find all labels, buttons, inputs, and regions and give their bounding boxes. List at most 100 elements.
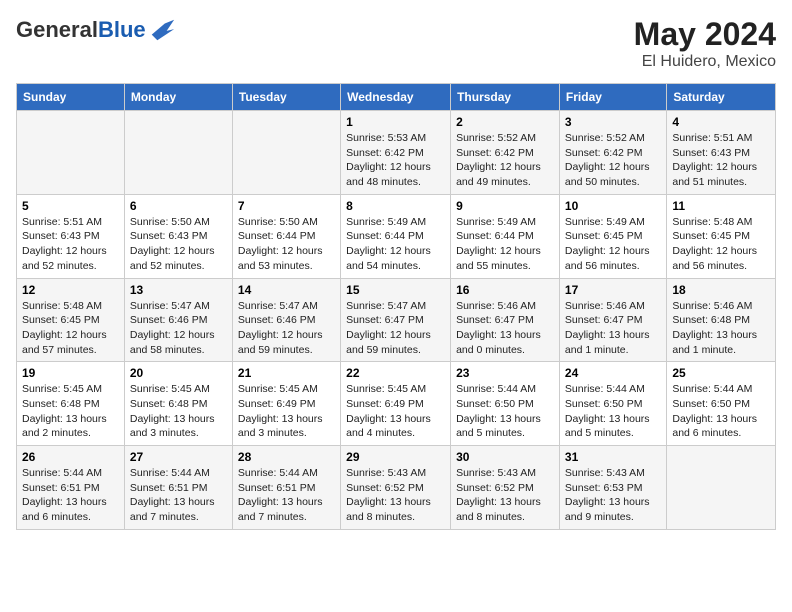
logo-text-block: GeneralBlue bbox=[16, 16, 176, 44]
calendar-day-cell: 3 Sunrise: 5:52 AM Sunset: 6:42 PM Daylig… bbox=[559, 111, 666, 195]
logo-general: General bbox=[16, 17, 98, 42]
calendar-day-cell bbox=[232, 111, 340, 195]
calendar-table: SundayMondayTuesdayWednesdayThursdayFrid… bbox=[16, 83, 776, 530]
location-subtitle: El Huidero, Mexico bbox=[634, 53, 776, 71]
day-info-text: Sunrise: 5:44 AM Sunset: 6:51 PM Dayligh… bbox=[238, 466, 335, 525]
day-info-text: Sunrise: 5:51 AM Sunset: 6:43 PM Dayligh… bbox=[672, 131, 770, 190]
calendar-week-row: 1 Sunrise: 5:53 AM Sunset: 6:42 PM Daylig… bbox=[17, 111, 776, 195]
logo-bird-icon bbox=[148, 16, 176, 44]
day-info-text: Sunrise: 5:53 AM Sunset: 6:42 PM Dayligh… bbox=[346, 131, 445, 190]
calendar-day-cell: 7 Sunrise: 5:50 AM Sunset: 6:44 PM Daylig… bbox=[232, 194, 340, 278]
day-number: 5 bbox=[22, 199, 119, 213]
day-number: 28 bbox=[238, 450, 335, 464]
calendar-header-row: SundayMondayTuesdayWednesdayThursdayFrid… bbox=[17, 84, 776, 111]
calendar-day-cell: 5 Sunrise: 5:51 AM Sunset: 6:43 PM Daylig… bbox=[17, 194, 125, 278]
calendar-day-cell: 9 Sunrise: 5:49 AM Sunset: 6:44 PM Daylig… bbox=[451, 194, 560, 278]
day-number: 13 bbox=[130, 283, 227, 297]
day-number: 16 bbox=[456, 283, 554, 297]
day-number: 8 bbox=[346, 199, 445, 213]
day-info-text: Sunrise: 5:44 AM Sunset: 6:51 PM Dayligh… bbox=[22, 466, 119, 525]
day-number: 29 bbox=[346, 450, 445, 464]
day-header-monday: Monday bbox=[124, 84, 232, 111]
calendar-day-cell: 15 Sunrise: 5:47 AM Sunset: 6:47 PM Dayli… bbox=[341, 278, 451, 362]
day-info-text: Sunrise: 5:48 AM Sunset: 6:45 PM Dayligh… bbox=[672, 215, 770, 274]
day-header-thursday: Thursday bbox=[451, 84, 560, 111]
calendar-day-cell: 12 Sunrise: 5:48 AM Sunset: 6:45 PM Dayli… bbox=[17, 278, 125, 362]
day-number: 1 bbox=[346, 115, 445, 129]
day-info-text: Sunrise: 5:52 AM Sunset: 6:42 PM Dayligh… bbox=[456, 131, 554, 190]
day-number: 14 bbox=[238, 283, 335, 297]
day-info-text: Sunrise: 5:44 AM Sunset: 6:51 PM Dayligh… bbox=[130, 466, 227, 525]
day-info-text: Sunrise: 5:47 AM Sunset: 6:46 PM Dayligh… bbox=[130, 299, 227, 358]
day-info-text: Sunrise: 5:45 AM Sunset: 6:49 PM Dayligh… bbox=[346, 382, 445, 441]
calendar-day-cell: 25Sunrise: 5:44 AM Sunset: 6:50 PM Dayli… bbox=[667, 362, 776, 446]
calendar-week-row: 26 Sunrise: 5:44 AM Sunset: 6:51 PM Dayli… bbox=[17, 446, 776, 530]
day-number: 15 bbox=[346, 283, 445, 297]
day-number: 27 bbox=[130, 450, 227, 464]
day-info-text: Sunrise: 5:45 AM Sunset: 6:48 PM Dayligh… bbox=[22, 382, 119, 441]
day-info-text: Sunrise: 5:49 AM Sunset: 6:44 PM Dayligh… bbox=[456, 215, 554, 274]
calendar-day-cell: 20 Sunrise: 5:45 AM Sunset: 6:48 PM Dayli… bbox=[124, 362, 232, 446]
day-number: 18 bbox=[672, 283, 770, 297]
day-info-text: Sunrise: 5:52 AM Sunset: 6:42 PM Dayligh… bbox=[565, 131, 661, 190]
day-header-saturday: Saturday bbox=[667, 84, 776, 111]
day-info-text: Sunrise: 5:46 AM Sunset: 6:47 PM Dayligh… bbox=[456, 299, 554, 358]
day-info-text: Sunrise: 5:43 AM Sunset: 6:52 PM Dayligh… bbox=[456, 466, 554, 525]
day-header-friday: Friday bbox=[559, 84, 666, 111]
day-info-text: Sunrise: 5:45 AM Sunset: 6:48 PM Dayligh… bbox=[130, 382, 227, 441]
calendar-day-cell: 13 Sunrise: 5:47 AM Sunset: 6:46 PM Dayli… bbox=[124, 278, 232, 362]
calendar-day-cell: 27 Sunrise: 5:44 AM Sunset: 6:51 PM Dayli… bbox=[124, 446, 232, 530]
calendar-day-cell: 1 Sunrise: 5:53 AM Sunset: 6:42 PM Daylig… bbox=[341, 111, 451, 195]
calendar-week-row: 5 Sunrise: 5:51 AM Sunset: 6:43 PM Daylig… bbox=[17, 194, 776, 278]
day-info-text: Sunrise: 5:47 AM Sunset: 6:47 PM Dayligh… bbox=[346, 299, 445, 358]
calendar-day-cell: 21Sunrise: 5:45 AM Sunset: 6:49 PM Dayli… bbox=[232, 362, 340, 446]
calendar-day-cell bbox=[124, 111, 232, 195]
day-info-text: Sunrise: 5:47 AM Sunset: 6:46 PM Dayligh… bbox=[238, 299, 335, 358]
calendar-day-cell: 17 Sunrise: 5:46 AM Sunset: 6:47 PM Dayli… bbox=[559, 278, 666, 362]
day-info-text: Sunrise: 5:51 AM Sunset: 6:43 PM Dayligh… bbox=[22, 215, 119, 274]
day-number: 30 bbox=[456, 450, 554, 464]
day-number: 22 bbox=[346, 366, 445, 380]
calendar-day-cell bbox=[667, 446, 776, 530]
calendar-day-cell: 23Sunrise: 5:44 AM Sunset: 6:50 PM Dayli… bbox=[451, 362, 560, 446]
day-number: 19 bbox=[22, 366, 119, 380]
day-number: 12 bbox=[22, 283, 119, 297]
day-number: 9 bbox=[456, 199, 554, 213]
day-info-text: Sunrise: 5:46 AM Sunset: 6:47 PM Dayligh… bbox=[565, 299, 661, 358]
calendar-day-cell: 11 Sunrise: 5:48 AM Sunset: 6:45 PM Dayli… bbox=[667, 194, 776, 278]
day-info-text: Sunrise: 5:48 AM Sunset: 6:45 PM Dayligh… bbox=[22, 299, 119, 358]
day-info-text: Sunrise: 5:50 AM Sunset: 6:44 PM Dayligh… bbox=[238, 215, 335, 274]
month-year-title: May 2024 bbox=[634, 16, 776, 53]
calendar-day-cell bbox=[17, 111, 125, 195]
day-info-text: Sunrise: 5:46 AM Sunset: 6:48 PM Dayligh… bbox=[672, 299, 770, 358]
logo: GeneralBlue bbox=[16, 16, 176, 44]
logo-wordmark: GeneralBlue bbox=[16, 16, 176, 44]
day-number: 20 bbox=[130, 366, 227, 380]
day-number: 6 bbox=[130, 199, 227, 213]
day-number: 10 bbox=[565, 199, 661, 213]
calendar-day-cell: 31Sunrise: 5:43 AM Sunset: 6:53 PM Dayli… bbox=[559, 446, 666, 530]
day-number: 17 bbox=[565, 283, 661, 297]
day-number: 31 bbox=[565, 450, 661, 464]
calendar-day-cell: 18 Sunrise: 5:46 AM Sunset: 6:48 PM Dayli… bbox=[667, 278, 776, 362]
calendar-week-row: 19 Sunrise: 5:45 AM Sunset: 6:48 PM Dayli… bbox=[17, 362, 776, 446]
calendar-day-cell: 4Sunrise: 5:51 AM Sunset: 6:43 PM Daylig… bbox=[667, 111, 776, 195]
calendar-day-cell: 26 Sunrise: 5:44 AM Sunset: 6:51 PM Dayli… bbox=[17, 446, 125, 530]
calendar-day-cell: 28 Sunrise: 5:44 AM Sunset: 6:51 PM Dayli… bbox=[232, 446, 340, 530]
day-number: 26 bbox=[22, 450, 119, 464]
calendar-day-cell: 16 Sunrise: 5:46 AM Sunset: 6:47 PM Dayli… bbox=[451, 278, 560, 362]
day-info-text: Sunrise: 5:49 AM Sunset: 6:45 PM Dayligh… bbox=[565, 215, 661, 274]
calendar-week-row: 12 Sunrise: 5:48 AM Sunset: 6:45 PM Dayli… bbox=[17, 278, 776, 362]
day-info-text: Sunrise: 5:45 AM Sunset: 6:49 PM Dayligh… bbox=[238, 382, 335, 441]
day-number: 11 bbox=[672, 199, 770, 213]
day-header-sunday: Sunday bbox=[17, 84, 125, 111]
calendar-day-cell: 10 Sunrise: 5:49 AM Sunset: 6:45 PM Dayli… bbox=[559, 194, 666, 278]
calendar-day-cell: 30 Sunrise: 5:43 AM Sunset: 6:52 PM Dayli… bbox=[451, 446, 560, 530]
logo-blue: Blue bbox=[98, 17, 146, 42]
calendar-day-cell: 6Sunrise: 5:50 AM Sunset: 6:43 PM Daylig… bbox=[124, 194, 232, 278]
day-number: 3 bbox=[565, 115, 661, 129]
day-info-text: Sunrise: 5:43 AM Sunset: 6:52 PM Dayligh… bbox=[346, 466, 445, 525]
day-number: 7 bbox=[238, 199, 335, 213]
day-number: 23 bbox=[456, 366, 554, 380]
day-header-wednesday: Wednesday bbox=[341, 84, 451, 111]
